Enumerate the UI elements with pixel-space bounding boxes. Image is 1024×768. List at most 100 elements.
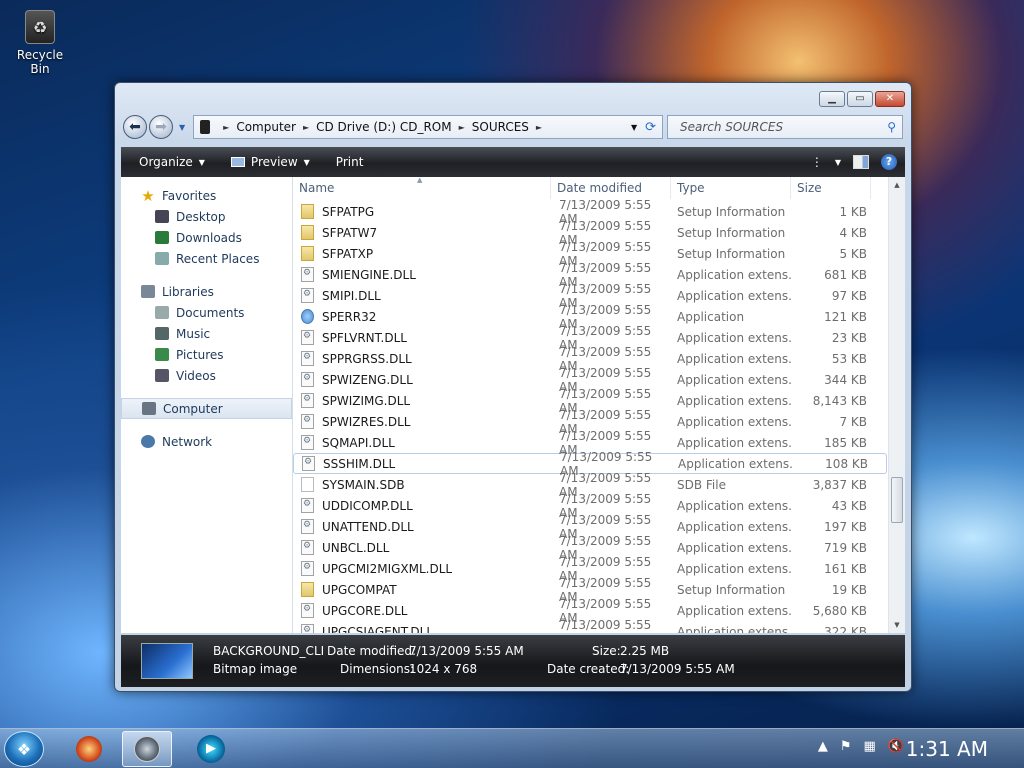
refresh-icon[interactable]: ⟳ [645,120,656,135]
file-size: 4 KB [839,225,867,240]
file-name: UPGCMI2MIGXML.DLL [322,561,453,576]
maximize-button[interactable]: ▭ [847,91,873,107]
recent-pages-dropdown[interactable]: ▼ [179,123,185,132]
explorer-window: ▁ ▭ ✕ ⬅ ➡ ▼ ► Computer ► CD Drive (D:) C… [114,82,912,692]
column-size[interactable]: Size [791,177,871,199]
file-name-cell: UPGCMI2MIGXML.DLL [293,561,551,576]
column-header: Name Date modified Type Size ▲ [293,177,905,199]
start-button[interactable]: ❖ [4,731,44,767]
help-icon[interactable]: ? [881,154,897,170]
file-row[interactable]: UPGCSIAGENT.DLL 7/13/2009 5:55 AM Applicat… [293,617,887,634]
nav-label: Music [176,326,211,341]
file-size: 53 KB [831,351,867,366]
nav-documents[interactable]: Documents [121,302,292,323]
breadcrumb-separator-icon[interactable]: ► [536,123,542,132]
file-name: SFPATXP [322,246,374,261]
file-name-cell: SPWIZENG.DLL [293,372,551,387]
recycle-bin[interactable]: ♻ Recycle Bin [8,10,72,76]
file-type: Application extens... [677,519,791,534]
taskbar-media-player[interactable]: ▶ [186,731,236,767]
action-center-flag-icon[interactable]: ⚑ [840,739,852,754]
details-filename: BACKGROUND_CLI [213,644,325,658]
nav-music[interactable]: Music [121,323,292,344]
preview-button[interactable]: Preview ▼ [230,155,310,169]
search-box[interactable]: Search SOURCES ⚲ [667,115,903,139]
column-date-modified[interactable]: Date modified [551,177,671,199]
forward-arrow-icon: ➡ [155,119,167,135]
nav-videos[interactable]: Videos [121,365,292,386]
address-dropdown[interactable]: ▼ [631,123,637,132]
search-icon[interactable]: ⚲ [887,120,896,134]
file-name-cell: SMIPI.DLL [293,288,551,303]
print-button[interactable]: Print [336,155,364,169]
nav-network[interactable]: Network [121,431,292,452]
nav-label: Network [162,434,213,449]
file-name-cell: SPFLVRNT.DLL [293,330,551,345]
forward-button[interactable]: ➡ [149,115,173,139]
show-hidden-icons-icon[interactable]: ▲ [818,739,828,754]
scroll-up-icon[interactable]: ▲ [889,177,905,193]
scroll-thumb[interactable] [891,477,903,523]
file-name: SSSHIM.DLL [323,456,396,471]
minimize-button[interactable]: ▁ [819,91,845,107]
file-size: 719 KB [824,540,867,555]
breadcrumb-separator-icon[interactable]: ► [303,123,309,132]
view-dropdown-icon[interactable]: ▼ [835,158,841,167]
nav-label: Recent Places [176,251,260,266]
pictures-icon [155,348,169,361]
nav-downloads[interactable]: Downloads [121,227,292,248]
vertical-scrollbar[interactable]: ▲ ▼ [888,177,905,633]
file-type: Application extens... [677,330,791,345]
file-name-cell: UPGCOMPAT [293,582,551,597]
libraries-icon [141,285,155,298]
internet-explorer-icon [76,736,102,762]
clock[interactable]: 1:31 AM [906,737,988,761]
back-button[interactable]: ⬅ [123,115,147,139]
volume-muted-icon[interactable]: 🔇 [888,739,904,754]
nav-label: Desktop [176,209,226,224]
network-tray-icon[interactable]: ▦ [864,739,876,754]
file-type: Application extens... [677,393,791,408]
file-type: Application extens... [677,414,791,429]
breadcrumb-cd-drive[interactable]: CD Drive (D:) CD_ROM [316,120,451,134]
chevron-down-icon: ▼ [303,157,310,167]
column-date-label: Date modified [557,180,643,195]
scroll-down-icon[interactable]: ▼ [889,617,905,633]
dll-file-icon [301,540,314,555]
file-name-cell: SSSHIM.DLL [294,456,552,471]
file-type: Setup Information [677,582,786,597]
taskbar-ie[interactable] [64,731,114,767]
nav-desktop[interactable]: Desktop [121,206,292,227]
change-view-icon[interactable]: ⋮ [811,155,823,169]
nav-libraries[interactable]: Libraries [121,281,292,302]
address-bar[interactable]: ► Computer ► CD Drive (D:) CD_ROM ► SOUR… [193,115,663,139]
organize-button[interactable]: Organize ▼ [139,155,205,169]
breadcrumb-separator-icon[interactable]: ► [459,123,465,132]
nav-recent-places[interactable]: Recent Places [121,248,292,269]
file-size: 161 KB [824,561,867,576]
file-type: Setup Information [677,204,786,219]
preview-pane-icon[interactable] [853,155,869,169]
file-date: 7/13/2009 5:55 AM [559,617,652,634]
details-size: 2.25 MB [620,644,670,658]
file-name-cell: SPWIZIMG.DLL [293,393,551,408]
file-type: Application extens... [677,603,791,618]
taskbar-explorer[interactable] [122,731,172,767]
file-size: 1 KB [839,204,867,219]
breadcrumb-computer[interactable]: Computer [236,120,296,134]
nav-label: Documents [176,305,245,320]
file-type: Application extens... [678,456,792,471]
column-type[interactable]: Type [671,177,791,199]
nav-label: Favorites [162,188,217,203]
nav-computer[interactable]: Computer [121,398,292,419]
network-icon [141,435,155,448]
breadcrumb-sources[interactable]: SOURCES [472,120,529,134]
breadcrumb-separator-icon[interactable]: ► [223,123,229,132]
file-size: 5,680 KB [812,603,867,618]
nav-pictures[interactable]: Pictures [121,344,292,365]
file-name: SFPATPG [322,204,375,219]
close-button[interactable]: ✕ [875,91,905,107]
nav-favorites[interactable]: ★ Favorites [121,185,292,206]
file-name: UPGCOMPAT [322,582,397,597]
file-size: 23 KB [831,330,867,345]
